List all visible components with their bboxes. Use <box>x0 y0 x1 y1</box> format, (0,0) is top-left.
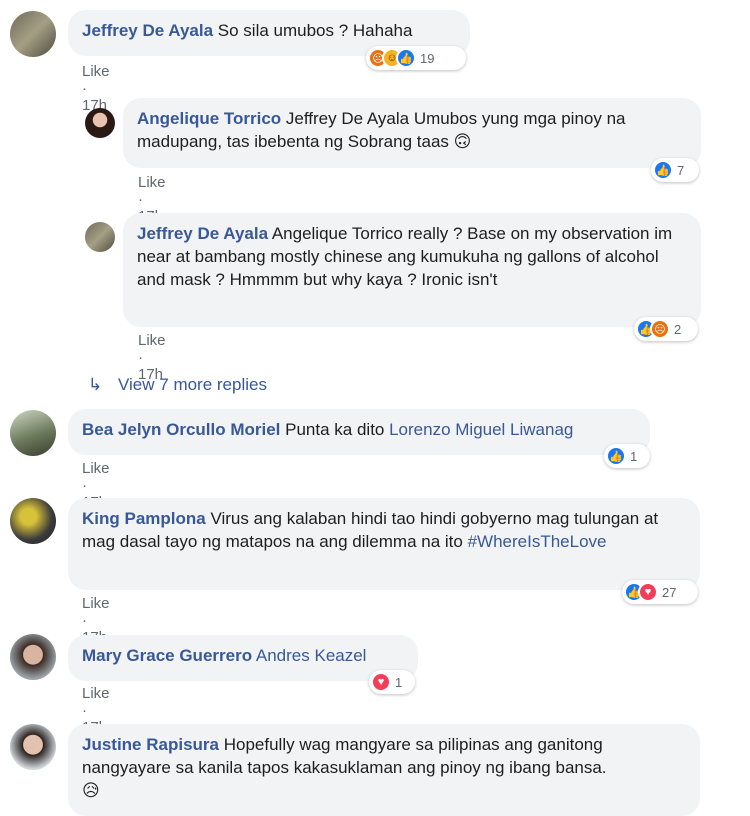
avatar[interactable] <box>85 222 115 252</box>
avatar[interactable] <box>85 108 115 138</box>
avatar[interactable] <box>10 724 56 770</box>
comment-bubble: Justine Rapisura Hopefully wag mangyare … <box>68 724 700 816</box>
comment-bubble: Angelique Torrico Jeffrey De Ayala Umubo… <box>123 98 701 168</box>
reaction-summary[interactable]: 👍 7 <box>651 158 699 182</box>
comment-author[interactable]: Justine Rapisura <box>82 735 219 754</box>
comment-author[interactable]: Jeffrey De Ayala <box>137 224 268 243</box>
like-icon: 👍 <box>653 160 673 180</box>
emoji: 🙃 <box>453 132 472 151</box>
avatar[interactable] <box>10 498 56 544</box>
like-button[interactable]: Like <box>82 595 110 612</box>
comment-meta: Like · 17h <box>82 63 110 114</box>
emoji: 😥 <box>82 781 100 800</box>
reply-arrow-icon: ↳ <box>88 375 103 394</box>
comment-text: So sila umubos ? Hahaha <box>213 21 413 40</box>
reaction-count: 7 <box>677 162 685 178</box>
comment-bubble: Bea Jelyn Orcullo Moriel Punta ka dito L… <box>68 409 650 455</box>
mention-link[interactable]: Andres Keazel <box>256 646 367 665</box>
reaction-summary[interactable]: 👍 1 <box>604 444 650 468</box>
like-button[interactable]: Like <box>82 460 110 477</box>
like-button[interactable]: Like <box>82 685 110 702</box>
avatar[interactable] <box>10 634 56 680</box>
reaction-summary[interactable]: 👍 ♥ 27 <box>622 580 698 604</box>
like-button[interactable]: Like <box>82 63 110 80</box>
like-button[interactable]: Like <box>138 174 166 191</box>
love-icon: ♥ <box>371 672 391 692</box>
mention-link[interactable]: Lorenzo Miguel Liwanag <box>389 420 573 439</box>
like-button[interactable]: Like <box>138 332 166 349</box>
comment-bubble: King Pamplona Virus ang kalaban hindi ta… <box>68 498 700 590</box>
comment-author[interactable]: Jeffrey De Ayala <box>82 21 213 40</box>
reaction-count: 2 <box>674 321 682 337</box>
comment-author[interactable]: Bea Jelyn Orcullo Moriel <box>82 420 280 439</box>
hashtag-link[interactable]: #WhereIsTheLove <box>468 532 607 551</box>
view-more-label: View 7 more replies <box>118 375 267 394</box>
comment-author[interactable]: Mary Grace Guerrero <box>82 646 252 665</box>
like-icon: 👍 <box>396 48 416 68</box>
comment-text: Punta ka dito <box>280 420 390 439</box>
reaction-summary[interactable]: ♥ 1 <box>369 670 415 694</box>
comment-bubble: Jeffrey De Ayala Angelique Torrico reall… <box>123 213 701 327</box>
angry-icon: ☹ <box>650 319 670 339</box>
like-icon: 👍 <box>606 446 626 466</box>
reaction-summary[interactable]: 👍 ☹ 2 <box>634 317 698 341</box>
reaction-count: 1 <box>630 448 638 464</box>
reaction-count: 19 <box>420 50 435 66</box>
comment-bubble: Mary Grace Guerrero Andres Keazel <box>68 635 418 681</box>
avatar[interactable] <box>10 410 56 456</box>
view-more-replies[interactable]: ↳ View 7 more replies <box>88 375 267 395</box>
reaction-count: 1 <box>395 674 403 690</box>
comment-author[interactable]: Angelique Torrico <box>137 109 281 128</box>
reaction-summary[interactable]: ☹ ☺ 👍 19 <box>366 46 466 70</box>
love-icon: ♥ <box>638 582 658 602</box>
reaction-count: 27 <box>662 584 677 600</box>
comment-author[interactable]: King Pamplona <box>82 509 206 528</box>
avatar[interactable] <box>10 11 56 57</box>
